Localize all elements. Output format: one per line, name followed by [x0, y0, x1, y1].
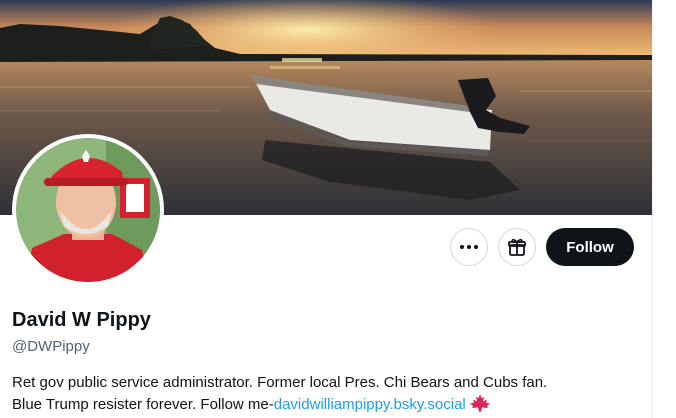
- gift-button[interactable]: [498, 228, 536, 266]
- more-dots-icon: [460, 245, 478, 249]
- bio-line-2: Blue Trump resister forever. Follow me-d…: [12, 394, 642, 416]
- display-name: David W Pippy: [12, 309, 151, 331]
- profile-page: Follow David W Pippy @DWPippy Ret gov pu…: [0, 0, 652, 418]
- more-button[interactable]: [450, 228, 488, 266]
- column-divider: [652, 0, 653, 418]
- avatar-photo: [16, 138, 160, 282]
- user-handle: @DWPippy: [12, 338, 90, 355]
- maple-leaf-icon: [469, 394, 490, 412]
- bio-line-1: Ret gov public service administrator. Fo…: [12, 374, 548, 391]
- gift-icon: [508, 238, 526, 256]
- profile-avatar[interactable]: [12, 134, 164, 286]
- bio-link[interactable]: davidwilliampippy.bsky.social: [274, 396, 466, 413]
- follow-button[interactable]: Follow: [546, 228, 634, 266]
- bio-line-2-text: Blue Trump resister forever. Follow me-: [12, 396, 274, 413]
- profile-actions: Follow: [450, 228, 634, 266]
- profile-bio: Ret gov public service administrator. Fo…: [12, 372, 642, 416]
